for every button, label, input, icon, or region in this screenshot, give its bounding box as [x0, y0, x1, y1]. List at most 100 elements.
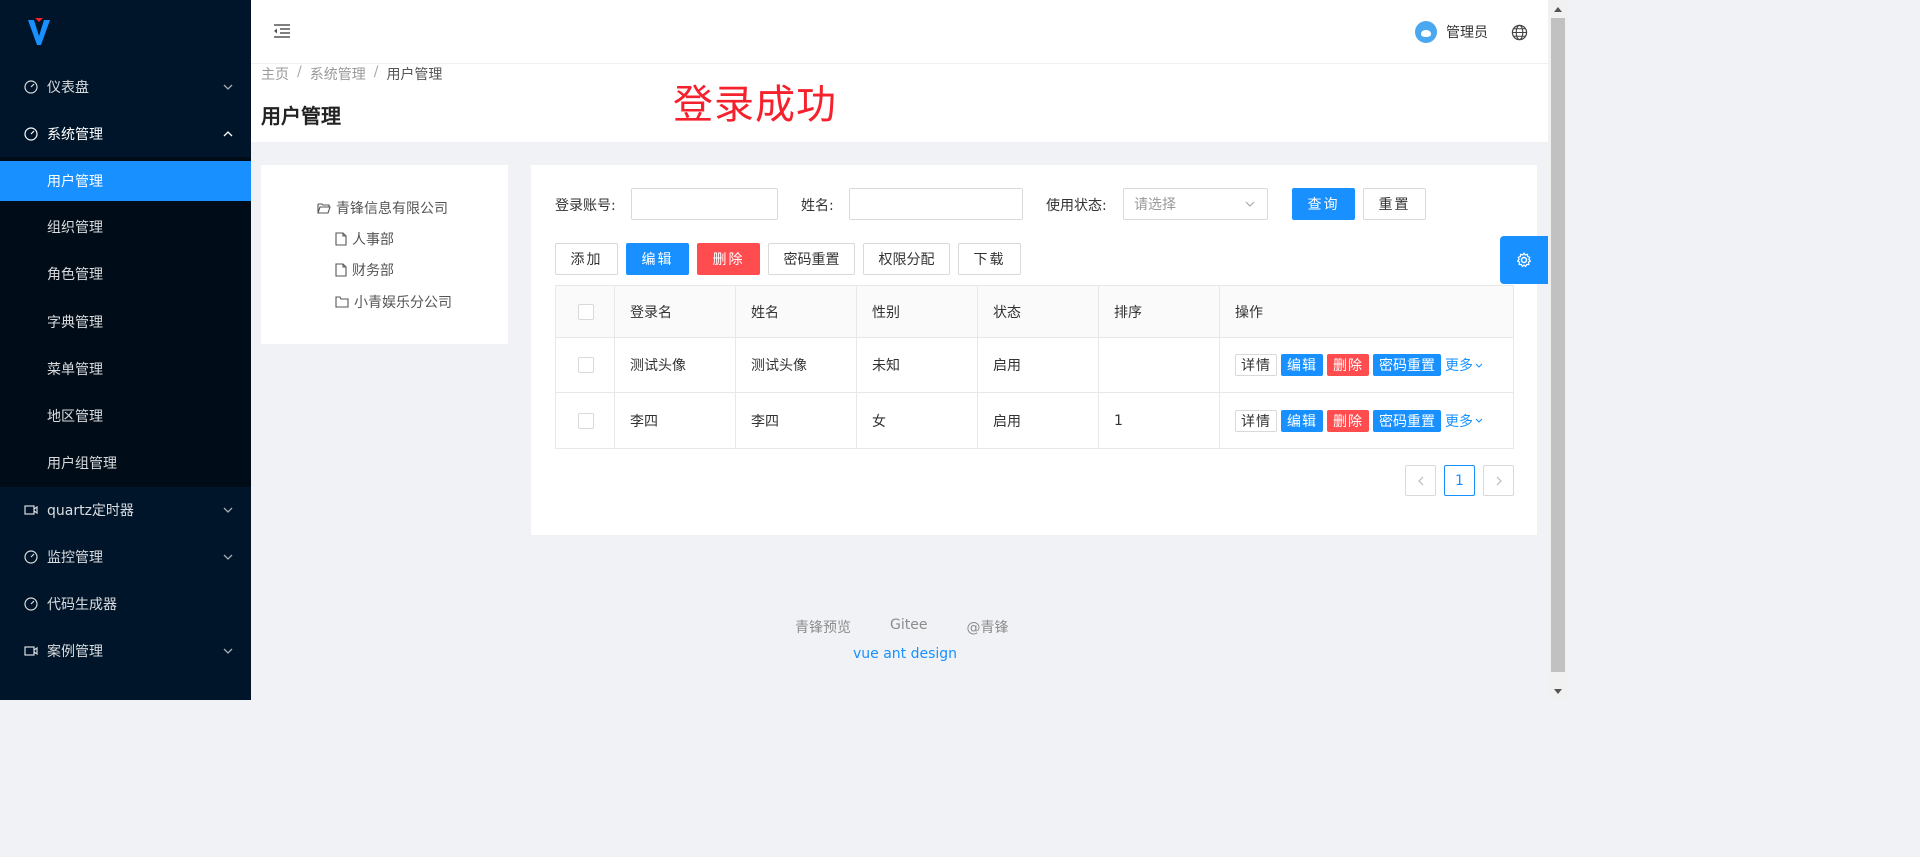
- footer-link[interactable]: Gitee: [890, 617, 927, 637]
- file-icon: [335, 263, 347, 277]
- footer-link[interactable]: @青锋: [966, 617, 1008, 637]
- breadcrumb-item[interactable]: 系统管理: [310, 64, 366, 84]
- table-row: 李四 李四 女 启用 1 详情 编辑 删除 密码重置 更多: [556, 393, 1513, 448]
- row-delete-button[interactable]: 删除: [1327, 354, 1369, 376]
- chevron-down-icon: [1475, 418, 1483, 423]
- row-delete-button[interactable]: 删除: [1327, 409, 1369, 432]
- menu-item-case[interactable]: 案例管理: [0, 631, 251, 671]
- cell-sort: 1: [1099, 393, 1220, 448]
- detail-button[interactable]: 详情: [1235, 354, 1277, 376]
- chevron-up-icon: [223, 129, 233, 139]
- row-edit-button[interactable]: 编辑: [1281, 409, 1323, 432]
- column-header: 姓名: [736, 286, 857, 337]
- menu-fold-icon[interactable]: [273, 22, 291, 40]
- sidebar-item-label: 菜单管理: [47, 362, 103, 378]
- menu-item-label: 案例管理: [47, 644, 103, 660]
- scroll-up-icon[interactable]: [1553, 5, 1563, 13]
- footer-link[interactable]: 青锋预览: [795, 617, 851, 637]
- chevron-right-icon: [1496, 476, 1502, 485]
- scroll-down-icon[interactable]: [1553, 687, 1563, 695]
- prev-page-button[interactable]: [1405, 465, 1436, 496]
- chevron-down-icon: [223, 82, 233, 92]
- breadcrumb-item[interactable]: 主页: [261, 64, 289, 84]
- file-icon: [335, 232, 347, 246]
- cell-gender: 女: [857, 393, 978, 448]
- account-label: 登录账号:: [555, 198, 616, 214]
- column-header: 操作: [1235, 304, 1263, 321]
- page-button[interactable]: 1: [1444, 465, 1475, 496]
- account-input[interactable]: [631, 188, 778, 220]
- sidebar-item-dict-management[interactable]: 字典管理: [0, 302, 251, 342]
- menu-item-codegen[interactable]: 代码生成器: [0, 584, 251, 624]
- page-title: 用户管理: [261, 104, 341, 128]
- status-select[interactable]: 请选择: [1123, 188, 1268, 220]
- menu-item-dashboard[interactable]: 仪表盘: [0, 67, 251, 107]
- tree-node[interactable]: 财务部: [335, 260, 394, 280]
- sidebar-item-label: 字典管理: [47, 315, 103, 331]
- reset-password-button[interactable]: 密码重置: [768, 243, 855, 275]
- sidebar-item-user-management[interactable]: 用户管理: [0, 161, 251, 201]
- select-all-checkbox[interactable]: [578, 303, 594, 320]
- sidebar-item-label: 组织管理: [47, 220, 103, 236]
- delete-button[interactable]: 删除: [697, 243, 760, 275]
- tree-node[interactable]: 人事部: [335, 229, 394, 249]
- detail-button[interactable]: 详情: [1235, 409, 1277, 432]
- download-button[interactable]: 下载: [958, 243, 1021, 275]
- more-label: 更多: [1445, 358, 1473, 374]
- tree-node-label: 青锋信息有限公司: [336, 201, 448, 217]
- menu-item-monitor[interactable]: 监控管理: [0, 537, 251, 577]
- scrollbar[interactable]: [1548, 0, 1568, 700]
- dashboard-icon: [24, 80, 38, 94]
- menu-item-label: 系统管理: [47, 127, 103, 143]
- chevron-down-icon: [223, 646, 233, 656]
- query-button[interactable]: 查询: [1292, 188, 1355, 220]
- reset-button[interactable]: 重置: [1363, 188, 1426, 220]
- cell-sort: [1099, 338, 1220, 392]
- login-success-message: 登录成功: [673, 82, 837, 128]
- status-label: 使用状态:: [1046, 198, 1107, 214]
- column-header: 排序: [1099, 286, 1220, 337]
- chevron-down-icon: [223, 505, 233, 515]
- sidebar: 仪表盘 系统管理 用户管理 组织管理 角色管理 字典管理 菜单管理 地区管理 用…: [0, 0, 251, 700]
- table-header: 登录名 姓名 性别 状态 排序 操作: [556, 286, 1513, 338]
- more-label: 更多: [1445, 413, 1473, 430]
- menu-item-label: 监控管理: [47, 550, 103, 566]
- sidebar-item-label: 地区管理: [47, 409, 103, 425]
- next-page-button[interactable]: [1483, 465, 1514, 496]
- sidebar-item-usergroup-management[interactable]: 用户组管理: [0, 443, 251, 483]
- sidebar-item-region-management[interactable]: 地区管理: [0, 396, 251, 436]
- footer-copyright[interactable]: vue ant design: [853, 646, 957, 662]
- column-header: 登录名: [615, 286, 736, 337]
- tree-node-label: 人事部: [352, 232, 394, 248]
- row-reset-password-button[interactable]: 密码重置: [1373, 409, 1441, 432]
- user-table: 登录名 姓名 性别 状态 排序 操作 测试头像 测试头像 未知 启用 详情 编辑…: [555, 285, 1514, 449]
- sidebar-item-org-management[interactable]: 组织管理: [0, 207, 251, 247]
- cell-name: 测试头像: [736, 338, 857, 392]
- video-icon: [24, 644, 38, 658]
- tree-node-label: 小青娱乐分公司: [354, 295, 452, 311]
- user-menu[interactable]: 管理员: [1415, 19, 1488, 45]
- settings-button[interactable]: [1500, 236, 1548, 284]
- menu-item-system[interactable]: 系统管理: [0, 114, 251, 154]
- dashboard-icon: [24, 550, 38, 564]
- scroll-thumb[interactable]: [1551, 18, 1565, 672]
- more-dropdown[interactable]: 更多: [1445, 411, 1483, 431]
- menu-item-quartz[interactable]: quartz定时器: [0, 490, 251, 530]
- row-reset-password-button[interactable]: 密码重置: [1373, 354, 1441, 376]
- username: 管理员: [1446, 25, 1488, 41]
- sidebar-item-role-management[interactable]: 角色管理: [0, 254, 251, 294]
- row-checkbox[interactable]: [578, 412, 594, 429]
- edit-button[interactable]: 编辑: [626, 243, 689, 275]
- sidebar-item-menu-management[interactable]: 菜单管理: [0, 349, 251, 389]
- row-checkbox[interactable]: [578, 357, 594, 373]
- tree-node-root[interactable]: 青锋信息有限公司: [317, 198, 448, 218]
- tree-node[interactable]: 小青娱乐分公司: [335, 292, 452, 312]
- dashboard-icon: [24, 127, 38, 141]
- row-edit-button[interactable]: 编辑: [1281, 354, 1323, 376]
- name-input[interactable]: [849, 188, 1023, 220]
- more-dropdown[interactable]: 更多: [1445, 355, 1483, 375]
- globe-icon[interactable]: [1511, 24, 1528, 41]
- permission-button[interactable]: 权限分配: [863, 243, 950, 275]
- add-button[interactable]: 添加: [555, 243, 618, 275]
- folder-icon: [335, 296, 349, 308]
